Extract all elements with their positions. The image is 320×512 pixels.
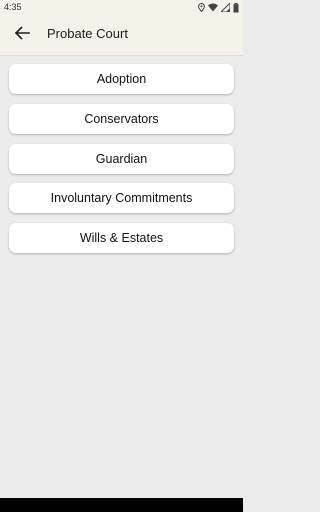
menu-item-label: Conservators [84, 111, 159, 126]
app-bar: Probate Court [0, 15, 243, 56]
menu-item-label: Involuntary Commitments [50, 191, 193, 206]
battery-icon [233, 2, 239, 13]
wifi-icon [208, 3, 218, 12]
signal-icon [221, 3, 230, 12]
system-navigation-bar [0, 498, 243, 512]
menu-item-label: Adoption [96, 72, 147, 86]
arrow-left-icon [14, 25, 30, 46]
status-icons [198, 2, 239, 13]
menu-item-guardian[interactable]: Guardian [9, 143, 234, 174]
menu-item-label: Guardian [95, 151, 148, 166]
menu-item-conservators[interactable]: Conservators [9, 103, 234, 134]
location-icon [198, 3, 205, 12]
menu-list: Adoption Conservators Guardian Involunta… [9, 64, 234, 263]
menu-item-involuntary-commitments[interactable]: Involuntary Commitments [9, 183, 234, 214]
page-title: Probate Court [47, 26, 128, 41]
status-bar: 4:35 [0, 0, 243, 15]
menu-item-wills-estates[interactable]: Wills & Estates [9, 223, 234, 253]
back-button[interactable] [10, 23, 34, 47]
status-time: 4:35 [4, 2, 22, 12]
menu-item-adoption[interactable]: Adoption [9, 64, 234, 94]
menu-item-label: Wills & Estates [79, 231, 164, 245]
